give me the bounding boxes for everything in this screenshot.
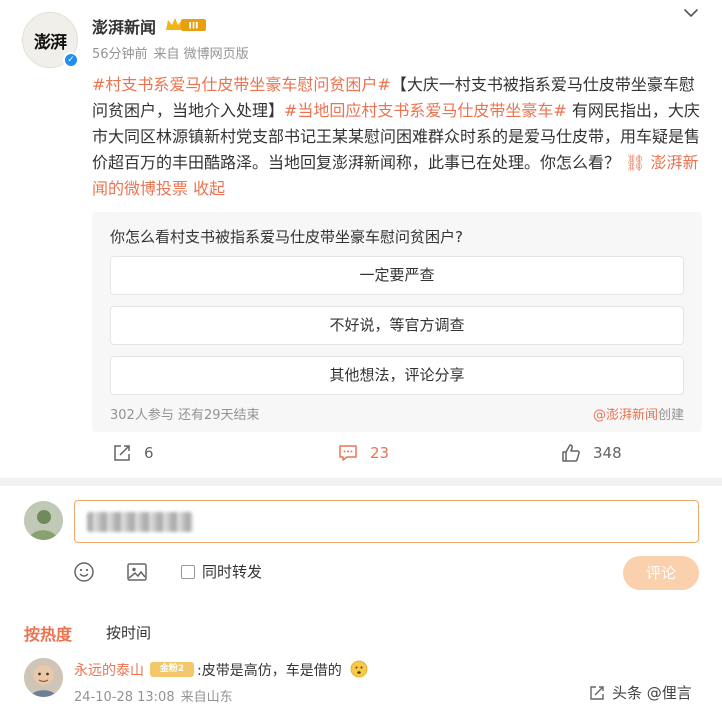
watermark-text: 头条 @俚言 [612, 684, 692, 702]
poll-link-icon: ⛓ [625, 153, 651, 172]
post-body: #村支书系爱马仕皮带坐豪车慰问贫困户#【大庆一村支书被指系爱马仕皮带坐豪车慰问贫… [92, 72, 700, 202]
poll-card: 你怎么看村支书被指系爱马仕皮带坐豪车慰问贫困户? 一定要严查 不好说，等官方调查… [92, 212, 702, 432]
redacted-text [87, 512, 193, 532]
poll-option[interactable]: 不好说，等官方调查 [110, 306, 684, 345]
comment-timestamp: 24-10-28 13:08 [74, 690, 175, 705]
repost-icon [114, 445, 130, 461]
fan-badge[interactable]: 金粉2 [150, 662, 194, 677]
hashtag-link[interactable]: #当地回应村支书系爱马仕皮带坐豪车# [284, 101, 567, 120]
weibo-post-card: 澎湃 ✓ 澎湃新闻 III 56分钟前 来自 微博网页版 #村支书系爱马仕皮带坐豪… [0, 0, 722, 717]
verified-icon: ✓ [63, 52, 79, 68]
chevron-down-icon[interactable] [682, 6, 700, 20]
emoji-icon[interactable] [73, 561, 95, 583]
hashtag-link[interactable]: #村支书系爱马仕皮带坐豪车慰问贫困户# [92, 75, 391, 94]
watermark: 头条 @俚言 [588, 682, 692, 703]
poll-stats: 302人参与 还有29天结束 [110, 408, 260, 423]
comment-icon [339, 445, 357, 461]
comment-button[interactable]: 23 [338, 442, 389, 464]
repost-button[interactable]: 6 [112, 442, 154, 464]
comment-meta: 24-10-28 13:08 来自山东 [74, 686, 239, 705]
post-source: 来自 微博网页版 [153, 47, 249, 62]
repost-count: 6 [144, 444, 154, 462]
post-meta: 56分钟前 来自 微博网页版 [92, 43, 255, 62]
comment-location: 来自山东 [180, 690, 233, 705]
share-icon [590, 685, 604, 700]
comment-count: 23 [370, 444, 390, 462]
thumbs-up-icon [562, 444, 580, 462]
poll-creator-suffix: 创建 [657, 408, 684, 423]
poll-question: 你怎么看村支书被指系爱马仕皮带坐豪车慰问贫困户? [110, 228, 463, 246]
like-button[interactable]: 348 [561, 442, 622, 464]
poll-option[interactable]: 一定要严查 [110, 256, 684, 295]
submit-comment-button[interactable]: 评论 [623, 556, 699, 590]
also-repost-label: 同时转发 [202, 563, 263, 581]
also-repost-checkbox[interactable] [181, 564, 195, 579]
collapse-link[interactable]: 收起 [188, 179, 225, 198]
vip-crown-icon[interactable]: III [165, 16, 207, 33]
like-count: 348 [593, 444, 622, 462]
sort-by-time-tab[interactable]: 按时间 [106, 622, 151, 643]
image-icon[interactable] [126, 561, 148, 583]
comment-text: :皮带是高仿，车是借的 [197, 663, 342, 679]
sort-by-hot-tab[interactable]: 按热度 [24, 621, 72, 645]
commenter-name[interactable]: 永远的泰山 [74, 660, 144, 680]
comment-input[interactable] [74, 500, 699, 543]
current-user-avatar[interactable] [24, 501, 63, 540]
commenter-avatar[interactable] [24, 658, 63, 697]
poll-creator: @澎湃新闻创建 [593, 404, 684, 423]
author-name[interactable]: 澎湃新闻 [92, 14, 156, 38]
post-time[interactable]: 56分钟前 [92, 47, 148, 62]
poll-creator-link[interactable]: @澎湃新闻 [593, 408, 658, 423]
section-divider [0, 478, 722, 486]
thinking-emoji-icon [350, 660, 368, 678]
avatar-logo-text: 澎湃 [34, 32, 67, 53]
also-repost-toggle[interactable]: 同时转发 [181, 561, 262, 582]
poll-option[interactable]: 其他想法，评论分享 [110, 356, 684, 395]
vip-level-label: III [188, 22, 198, 32]
